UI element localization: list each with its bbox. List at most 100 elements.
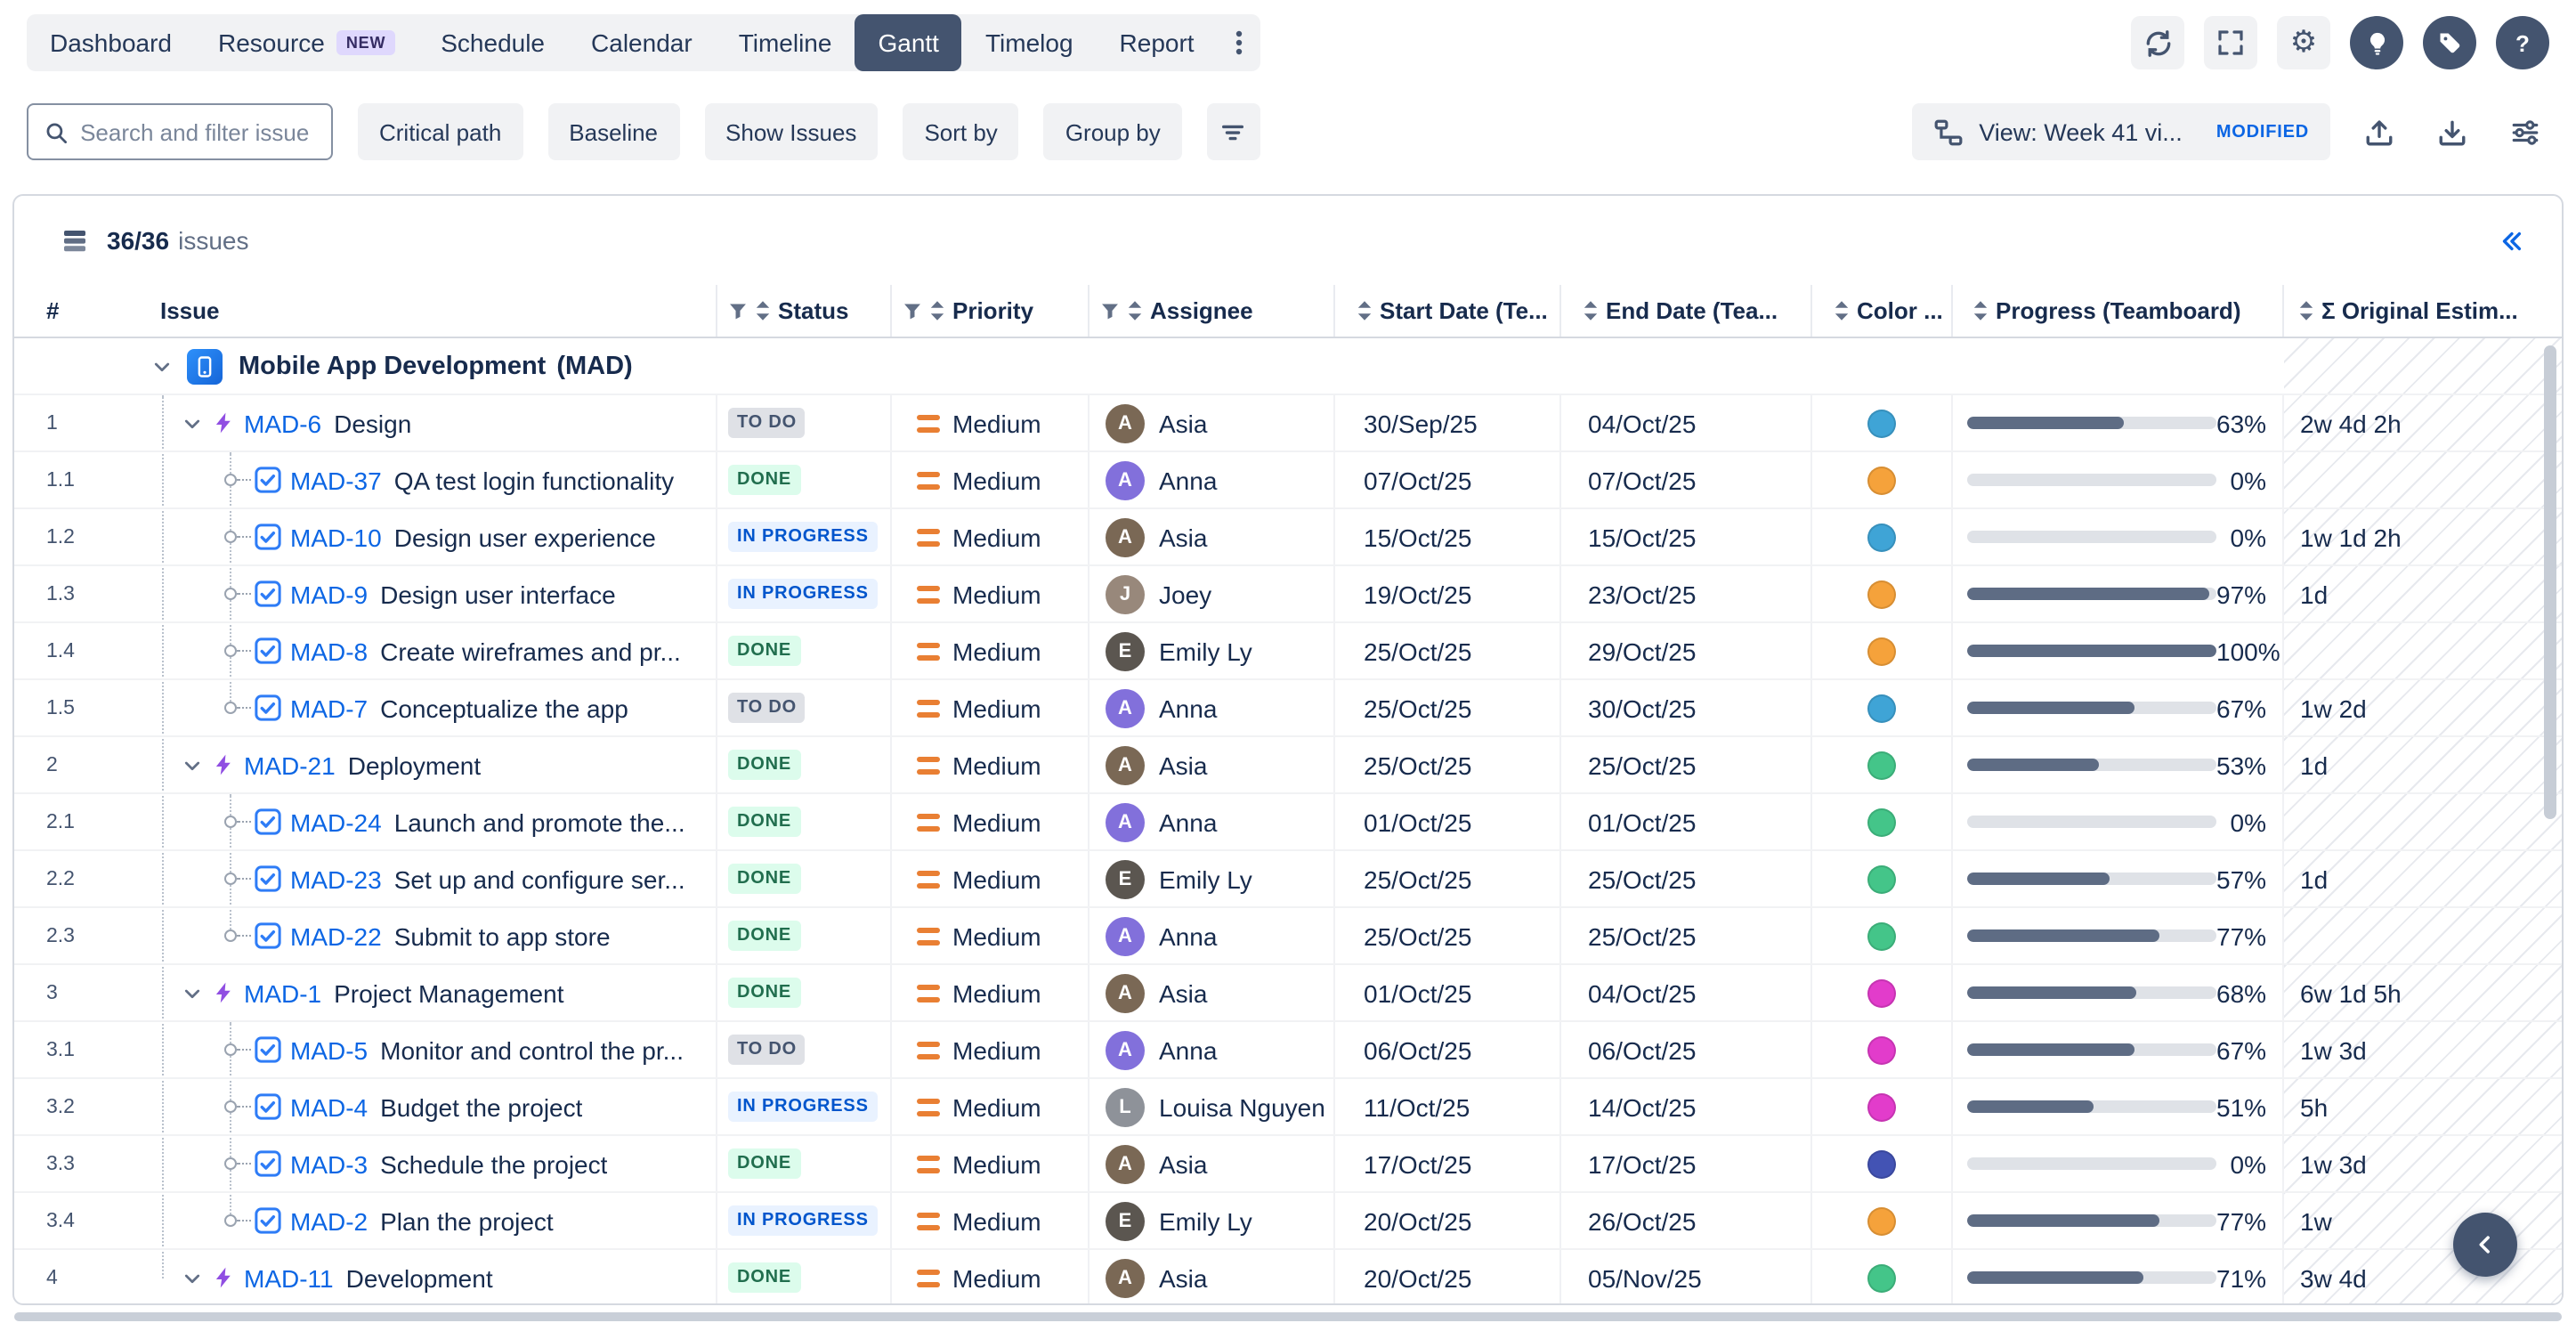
status-badge[interactable]: DONE bbox=[728, 921, 800, 951]
sort-icon[interactable] bbox=[1583, 299, 1599, 322]
start-date[interactable]: 07/Oct/25 bbox=[1364, 466, 1471, 494]
assignee-name[interactable]: Emily Ly bbox=[1159, 1206, 1252, 1235]
status-badge[interactable]: IN PROGRESS bbox=[728, 1092, 878, 1122]
table-row[interactable]: 3.4 MAD-2 Plan the project IN PROGRESS M… bbox=[14, 1193, 2562, 1250]
search-input[interactable] bbox=[80, 118, 315, 145]
end-date[interactable]: 01/Oct/25 bbox=[1588, 808, 1696, 836]
status-badge[interactable]: TO DO bbox=[728, 1035, 806, 1065]
start-date[interactable]: 20/Oct/25 bbox=[1364, 1263, 1471, 1292]
priority-label[interactable]: Medium bbox=[952, 694, 1041, 722]
table-row[interactable]: 2.1 MAD-24 Launch and promote the... DON… bbox=[14, 794, 2562, 851]
priority-label[interactable]: Medium bbox=[952, 466, 1041, 494]
end-date[interactable]: 05/Nov/25 bbox=[1588, 1263, 1702, 1292]
assignee-name[interactable]: Asia bbox=[1159, 1149, 1207, 1178]
priority-label[interactable]: Medium bbox=[952, 580, 1041, 608]
status-badge[interactable]: DONE bbox=[728, 1262, 800, 1293]
assignee-name[interactable]: Anna bbox=[1159, 466, 1217, 494]
filter-funnel-icon[interactable] bbox=[903, 301, 922, 321]
nav-tab-report[interactable]: Report bbox=[1097, 14, 1218, 71]
priority-label[interactable]: Medium bbox=[952, 1092, 1041, 1121]
column-header-progress[interactable]: Progress (Teamboard) bbox=[1953, 285, 2284, 337]
issue-key[interactable]: MAD-24 bbox=[290, 808, 382, 836]
priority-label[interactable]: Medium bbox=[952, 409, 1041, 437]
column-header-priority[interactable]: Priority bbox=[892, 285, 1090, 337]
chevron-down-icon[interactable] bbox=[182, 982, 203, 1003]
priority-label[interactable]: Medium bbox=[952, 637, 1041, 665]
fullscreen-button[interactable] bbox=[2204, 16, 2257, 69]
import-button[interactable] bbox=[2353, 107, 2403, 157]
start-date[interactable]: 25/Oct/25 bbox=[1364, 864, 1471, 893]
table-row[interactable]: 3.3 MAD-3 Schedule the project DONE Medi… bbox=[14, 1136, 2562, 1193]
table-row[interactable]: 1.2 MAD-10 Design user experience IN PRO… bbox=[14, 509, 2562, 566]
color-dot[interactable] bbox=[1867, 864, 1896, 893]
start-date[interactable]: 15/Oct/25 bbox=[1364, 523, 1471, 551]
end-date[interactable]: 14/Oct/25 bbox=[1588, 1092, 1696, 1121]
view-selector[interactable]: View: Week 41 vi... MODIFIED bbox=[1911, 103, 2330, 160]
help-button[interactable]: ? bbox=[2496, 16, 2549, 69]
priority-label[interactable]: Medium bbox=[952, 1149, 1041, 1178]
status-badge[interactable]: DONE bbox=[728, 807, 800, 837]
column-header-original-estimate[interactable]: Σ Original Estim... bbox=[2284, 285, 2562, 337]
start-date[interactable]: 25/Oct/25 bbox=[1364, 921, 1471, 950]
table-row[interactable]: 3 MAD-1 Project Management DONE Medium A bbox=[14, 965, 2562, 1022]
color-dot[interactable] bbox=[1867, 1035, 1896, 1064]
assignee-name[interactable]: Asia bbox=[1159, 978, 1207, 1007]
issue-key[interactable]: MAD-11 bbox=[244, 1263, 334, 1292]
start-date[interactable]: 30/Sep/25 bbox=[1364, 409, 1478, 437]
column-header-color[interactable]: Color ... bbox=[1812, 285, 1953, 337]
search-box[interactable] bbox=[27, 103, 333, 160]
start-date[interactable]: 01/Oct/25 bbox=[1364, 808, 1471, 836]
end-date[interactable]: 23/Oct/25 bbox=[1588, 580, 1696, 608]
color-dot[interactable] bbox=[1867, 466, 1896, 494]
column-header-status[interactable]: Status bbox=[717, 285, 892, 337]
color-dot[interactable] bbox=[1867, 409, 1896, 437]
color-dot[interactable] bbox=[1867, 978, 1896, 1007]
assignee-name[interactable]: Anna bbox=[1159, 1035, 1217, 1064]
status-badge[interactable]: TO DO bbox=[728, 693, 806, 723]
table-row[interactable]: 3.2 MAD-4 Budget the project IN PROGRESS… bbox=[14, 1079, 2562, 1136]
table-row[interactable]: 2.2 MAD-23 Set up and configure ser... D… bbox=[14, 851, 2562, 908]
sort-icon[interactable] bbox=[1834, 299, 1850, 322]
color-dot[interactable] bbox=[1867, 1263, 1896, 1292]
priority-label[interactable]: Medium bbox=[952, 1035, 1041, 1064]
start-date[interactable]: 25/Oct/25 bbox=[1364, 637, 1471, 665]
sort-icon[interactable] bbox=[1973, 299, 1989, 322]
start-date[interactable]: 19/Oct/25 bbox=[1364, 580, 1471, 608]
table-row[interactable]: 1.4 MAD-8 Create wireframes and pr... DO… bbox=[14, 623, 2562, 680]
end-date[interactable]: 15/Oct/25 bbox=[1588, 523, 1696, 551]
nav-tab-schedule[interactable]: Schedule bbox=[417, 14, 568, 71]
tips-button[interactable] bbox=[2350, 16, 2403, 69]
whats-new-button[interactable] bbox=[2423, 16, 2476, 69]
assignee-name[interactable]: Emily Ly bbox=[1159, 864, 1252, 893]
color-dot[interactable] bbox=[1867, 580, 1896, 608]
table-row[interactable]: 1.3 MAD-9 Design user interface IN PROGR… bbox=[14, 566, 2562, 623]
issue-key[interactable]: MAD-1 bbox=[244, 978, 321, 1007]
assignee-name[interactable]: Asia bbox=[1159, 409, 1207, 437]
priority-label[interactable]: Medium bbox=[952, 808, 1041, 836]
sort-icon[interactable] bbox=[755, 299, 771, 322]
end-date[interactable]: 29/Oct/25 bbox=[1588, 637, 1696, 665]
start-date[interactable]: 06/Oct/25 bbox=[1364, 1035, 1471, 1064]
toolbar-button-show-issues[interactable]: Show Issues bbox=[704, 103, 878, 160]
export-button[interactable] bbox=[2426, 107, 2476, 157]
status-badge[interactable]: IN PROGRESS bbox=[728, 522, 878, 552]
nav-tab-calendar[interactable]: Calendar bbox=[568, 14, 716, 71]
table-row[interactable]: 1.5 MAD-7 Conceptualize the app TO DO Me… bbox=[14, 680, 2562, 737]
toolbar-button-group-by[interactable]: Group by bbox=[1044, 103, 1182, 160]
table-row[interactable]: 4 MAD-11 Development DONE Medium A Asia bbox=[14, 1250, 2562, 1305]
toolbar-button-baseline[interactable]: Baseline bbox=[547, 103, 679, 160]
table-row[interactable]: 2.3 MAD-22 Submit to app store DONE Medi… bbox=[14, 908, 2562, 965]
chevron-down-icon[interactable] bbox=[182, 754, 203, 775]
issue-key[interactable]: MAD-21 bbox=[244, 751, 336, 779]
status-badge[interactable]: DONE bbox=[728, 750, 800, 780]
nav-tab-resource[interactable]: ResourceNEW bbox=[195, 14, 417, 71]
chevron-down-icon[interactable] bbox=[182, 1267, 203, 1288]
collapse-sidebar-floating-button[interactable] bbox=[2453, 1213, 2517, 1277]
priority-label[interactable]: Medium bbox=[952, 523, 1041, 551]
end-date[interactable]: 25/Oct/25 bbox=[1588, 864, 1696, 893]
assignee-name[interactable]: Emily Ly bbox=[1159, 637, 1252, 665]
filter-funnel-icon[interactable] bbox=[728, 301, 748, 321]
start-date[interactable]: 25/Oct/25 bbox=[1364, 694, 1471, 722]
filter-funnel-icon[interactable] bbox=[1100, 301, 1120, 321]
table-row[interactable]: 2 MAD-21 Deployment DONE Medium A Asia bbox=[14, 737, 2562, 794]
